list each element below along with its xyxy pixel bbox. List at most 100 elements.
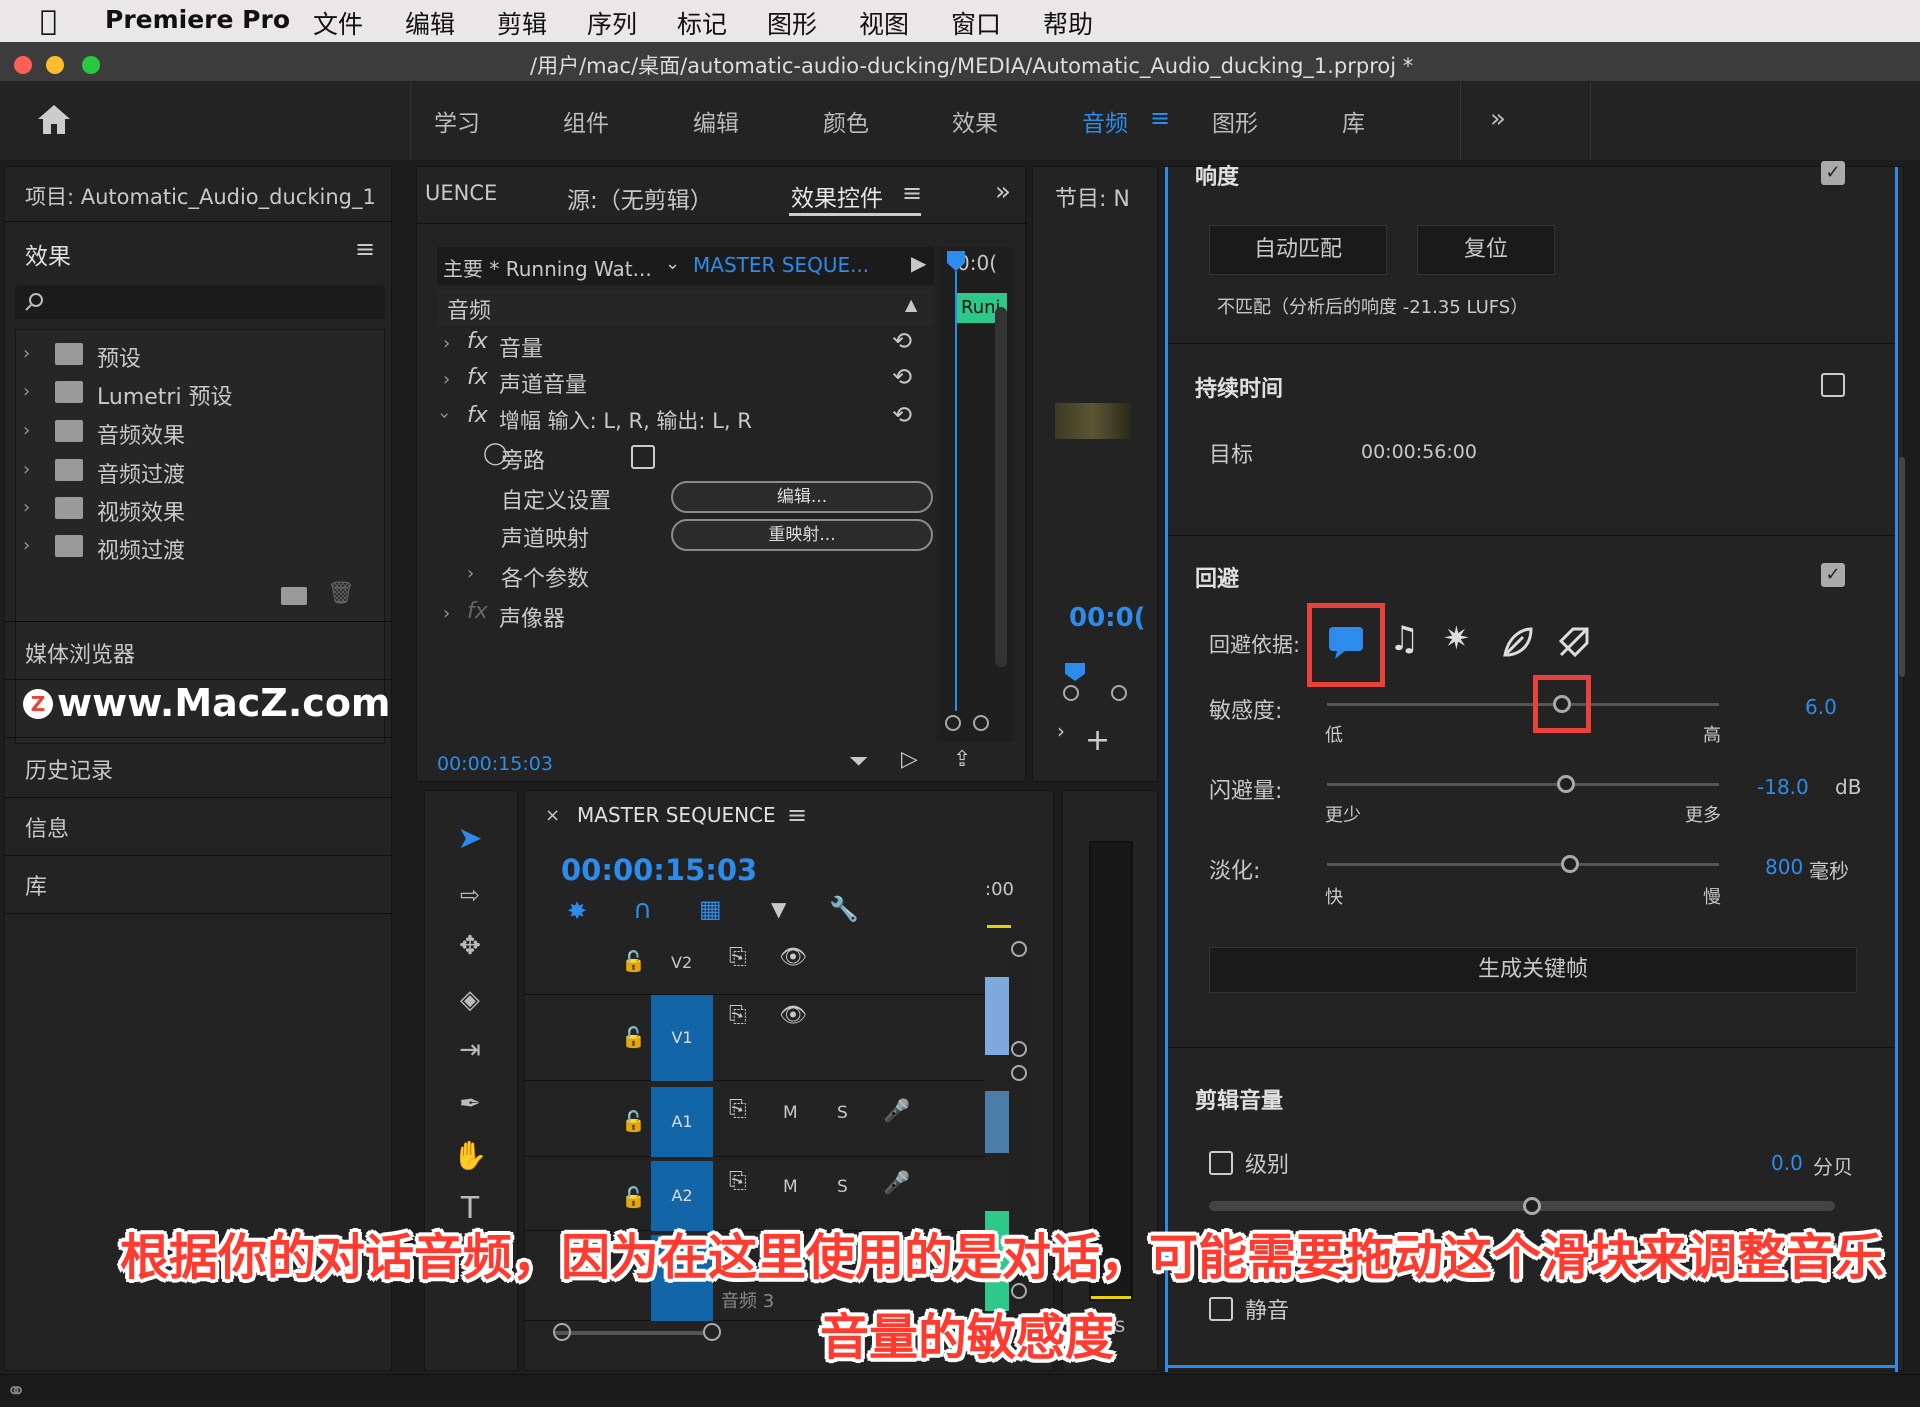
list-item[interactable]: › Lumetri 预设 <box>23 375 383 413</box>
scroll-handle[interactable] <box>1011 1065 1027 1081</box>
sensitivity-slider-track[interactable] <box>1327 703 1719 706</box>
nest-toggle-icon[interactable]: ✸ <box>567 897 587 925</box>
mute-track-button[interactable]: M <box>783 1103 798 1123</box>
workspace-tab-graphics[interactable]: 图形 <box>1212 104 1258 138</box>
toggle-sync-lock-icon[interactable]: ⎘ <box>729 945 747 970</box>
video-clip[interactable] <box>985 977 1009 1055</box>
play-audio-icon[interactable]: ▷ <box>901 747 918 772</box>
info-tab[interactable]: 信息 <box>25 811 69 843</box>
fx-icon[interactable]: fx <box>467 403 488 428</box>
audio-clip-a1[interactable] <box>985 1091 1009 1153</box>
clip-selector[interactable]: 主要 * Running Wat... ⌄ MASTER SEQUE... ▶ <box>437 247 934 285</box>
level-slider-track[interactable] <box>1209 1201 1835 1211</box>
apple-icon[interactable]:  <box>40 4 57 37</box>
menu-help[interactable]: 帮助 <box>1043 5 1093 41</box>
edit-button[interactable]: 编辑... <box>671 481 933 513</box>
loudness-header[interactable]: 响度 <box>1195 159 1239 191</box>
add-marker-icon[interactable]: ▼ <box>771 897 786 921</box>
panel-menu-icon[interactable]: ≡ <box>787 801 807 829</box>
params-row[interactable]: › 各个参数 <box>457 557 934 593</box>
sequence-tab[interactable]: MASTER SEQUENCE <box>577 803 776 827</box>
lock-icon[interactable]: 🔓 <box>621 1185 646 1209</box>
effects-panel-title[interactable]: 效果 <box>25 237 71 271</box>
fx-icon[interactable]: fx <box>467 329 488 354</box>
level-value[interactable]: 0.0 <box>1771 1151 1803 1175</box>
add-button-icon[interactable]: + <box>1085 723 1110 758</box>
workspace-tab-audio[interactable]: 音频 <box>1082 104 1128 138</box>
duck-amount-slider-handle[interactable] <box>1557 775 1576 793</box>
workspace-tab-libraries[interactable]: 库 <box>1342 104 1365 138</box>
fade-value[interactable]: 800 <box>1765 855 1803 879</box>
scrollbar[interactable] <box>1899 457 1905 677</box>
eye-icon[interactable]: 👁 <box>779 945 807 970</box>
effects-search-input[interactable] <box>15 285 385 319</box>
work-area-bar[interactable] <box>987 925 1011 928</box>
list-item[interactable]: › 预设 <box>23 337 383 375</box>
mute-checkbox[interactable] <box>1209 1297 1233 1321</box>
menu-markers[interactable]: 标记 <box>677 5 727 41</box>
filter-icon[interactable]: ⏷ <box>849 747 868 775</box>
timeline-timecode[interactable]: 00:00:15:03 <box>561 853 757 887</box>
mute-track-button[interactable]: M <box>783 1177 798 1197</box>
duration-checkbox[interactable] <box>1821 373 1845 397</box>
loudness-checkbox[interactable]: ✓ <box>1821 161 1845 185</box>
workspace-tab-learn[interactable]: 学习 <box>434 104 480 138</box>
sfx-burst-icon[interactable]: ✷ <box>1443 619 1470 657</box>
auto-tag-icon[interactable] <box>1557 625 1591 659</box>
home-icon[interactable] <box>36 102 72 136</box>
list-item[interactable]: › 视频效果 <box>23 491 383 529</box>
menu-clip[interactable]: 剪辑 <box>497 5 547 41</box>
program-label[interactable]: 节目: N <box>1055 181 1130 213</box>
program-timecode[interactable]: 00:0( <box>1069 603 1146 633</box>
export-icon[interactable]: ⇪ <box>953 747 971 772</box>
duck-amount-slider-track[interactable] <box>1327 783 1719 786</box>
tab-source[interactable]: 源:（无剪辑） <box>567 181 713 215</box>
workspace-more-button[interactable]: » <box>1490 104 1506 134</box>
menu-file[interactable]: 文件 <box>313 5 363 41</box>
track-name[interactable]: V2 <box>671 953 692 972</box>
fade-slider-handle[interactable] <box>1561 855 1580 873</box>
zoom-handle-left[interactable] <box>553 1323 571 1341</box>
panel-menu-icon[interactable]: ≡ <box>902 179 922 207</box>
track-target-a1[interactable]: A1 <box>651 1087 713 1157</box>
ducking-checkbox[interactable]: ✓ <box>1821 563 1845 587</box>
tab-effect-controls[interactable]: 效果控件 <box>791 179 883 213</box>
bypass-checkbox[interactable] <box>631 445 655 469</box>
fx-icon[interactable]: fx <box>467 365 488 390</box>
project-label[interactable]: 项目: Automatic_Audio_ducking_1 <box>25 181 376 211</box>
reset-icon[interactable]: ⟲ <box>892 401 912 429</box>
zoom-handle-right[interactable] <box>973 715 989 731</box>
app-name[interactable]: Premiere Pro <box>105 5 290 34</box>
reset-icon[interactable]: ⟲ <box>892 363 912 391</box>
effect-row-volume[interactable]: › fx 音量 ⟲ <box>437 327 934 363</box>
reset-icon[interactable]: ⟲ <box>892 327 912 355</box>
menu-view[interactable]: 视图 <box>859 5 909 41</box>
sensitivity-value[interactable]: 6.0 <box>1805 695 1837 719</box>
media-browser-tab[interactable]: 媒体浏览器 <box>25 637 135 669</box>
ducking-header[interactable]: 回避 <box>1195 561 1239 593</box>
selection-tool-icon[interactable]: ➤ <box>445 821 495 856</box>
new-bin-icon[interactable] <box>281 587 307 605</box>
toggle-sync-lock-icon[interactable]: ⎘ <box>729 1097 747 1122</box>
chevron-down-icon[interactable]: ⌄ <box>665 253 680 274</box>
workspace-tab-assembly[interactable]: 组件 <box>563 104 609 138</box>
list-item[interactable]: › 音频过渡 <box>23 453 383 491</box>
scroll-handle[interactable] <box>1011 941 1027 957</box>
list-item[interactable]: › 视频过渡 <box>23 529 383 567</box>
wrench-icon[interactable]: 🔧 <box>829 895 859 923</box>
menu-sequence[interactable]: 序列 <box>587 5 637 41</box>
trash-icon[interactable]: 🗑 <box>327 581 355 606</box>
music-note-icon[interactable]: ♫ <box>1389 619 1419 659</box>
duration-header[interactable]: 持续时间 <box>1195 371 1283 403</box>
menu-window[interactable]: 窗口 <box>951 5 1001 41</box>
creative-cloud-icon[interactable]: ⚭ <box>6 1377 26 1405</box>
effect-row-panner[interactable]: › fx 声像器 <box>437 597 934 633</box>
workspace-tab-effects[interactable]: 效果 <box>952 104 998 138</box>
horizontal-scrollbar[interactable] <box>555 1331 705 1335</box>
dialogue-icon[interactable] <box>1327 625 1365 661</box>
hamburger-menu-icon[interactable]: ≡ <box>1150 104 1170 132</box>
eye-icon[interactable]: 👁 <box>779 1003 807 1028</box>
ambience-icon[interactable] <box>1501 625 1535 659</box>
hand-tool-icon[interactable]: ✋ <box>445 1139 495 1172</box>
play-triangle-icon[interactable]: ▶ <box>911 251 926 275</box>
